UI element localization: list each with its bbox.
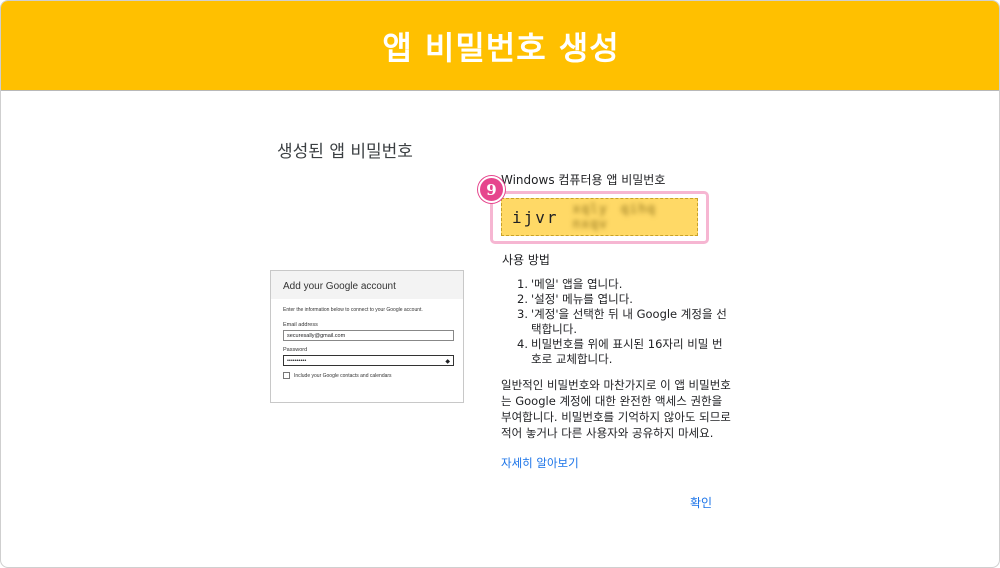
step-num: 2. xyxy=(517,292,528,306)
email-label: Email address xyxy=(283,322,318,328)
password-field: •••••••••• ◆ xyxy=(283,355,454,366)
contacts-checkbox-row: Include your Google contacts and calenda… xyxy=(283,372,453,379)
eye-icon: ◆ xyxy=(445,359,450,365)
dialog-title: Add your Google account xyxy=(271,271,463,299)
dialog-info-text: Enter the information below to connect t… xyxy=(283,307,423,313)
list-item: 2. '설정' 메뉴를 엽니다. xyxy=(517,292,727,307)
step-text: 비밀번호를 위에 표시된 16자리 비밀 번호로 교체합니다. xyxy=(531,337,723,366)
list-item: 3. '계정'을 선택한 뒤 내 Google 계정을 선택합니다. xyxy=(517,307,727,337)
app-password-visible: ijvr xyxy=(512,207,559,227)
tutorial-frame: 앱 비밀번호 생성 생성된 앱 비밀번호 Add your Google acc… xyxy=(0,0,1000,568)
step-num: 3. xyxy=(517,307,528,321)
google-account-dialog-image: Add your Google account Enter the inform… xyxy=(270,270,464,403)
step-text: '메일' 앱을 엽니다. xyxy=(531,277,623,291)
list-item: 1. '메일' 앱을 엽니다. xyxy=(517,277,727,292)
banner-title: 앱 비밀번호 생성 xyxy=(382,28,620,67)
step-num: 1. xyxy=(517,277,528,291)
list-item: 4. 비밀번호를 위에 표시된 16자리 비밀 번호로 교체합니다. xyxy=(517,337,727,367)
checkbox-icon xyxy=(283,372,290,379)
email-field: securesally@gmail.com xyxy=(283,330,454,341)
step-num: 4. xyxy=(517,337,528,351)
step-number-badge: 9 xyxy=(478,176,505,203)
step-text: '설정' 메뉴를 엽니다. xyxy=(531,292,633,306)
learn-more-link[interactable]: 자세히 알아보기 xyxy=(501,455,579,471)
dialog-body: Enter the information below to connect t… xyxy=(271,299,463,379)
step-text: '계정'을 선택한 뒤 내 Google 계정을 선택합니다. xyxy=(531,307,727,336)
security-note: 일반적인 비밀번호와 마찬가지로 이 앱 비밀번호는 Google 계정에 대한… xyxy=(501,378,731,440)
app-password-box[interactable]: ijvr xqly qihq nxqv xyxy=(501,198,698,236)
page-title: 생성된 앱 비밀번호 xyxy=(277,142,413,162)
usage-steps-list: 1. '메일' 앱을 엽니다. 2. '설정' 메뉴를 엽니다. 3. '계정'을 선… xyxy=(517,277,727,367)
password-value: •••••••••• xyxy=(287,358,307,364)
app-password-masked: xqly qihq nxqv xyxy=(572,202,656,232)
usage-title: 사용 방법 xyxy=(502,253,550,267)
confirm-button[interactable]: 확인 xyxy=(690,494,712,511)
checkbox-label: Include your Google contacts and calenda… xyxy=(294,372,392,379)
title-banner: 앱 비밀번호 생성 xyxy=(1,1,999,91)
password-label: Password xyxy=(283,347,308,353)
app-password-label: Windows 컴퓨터용 앱 비밀번호 xyxy=(501,173,666,187)
